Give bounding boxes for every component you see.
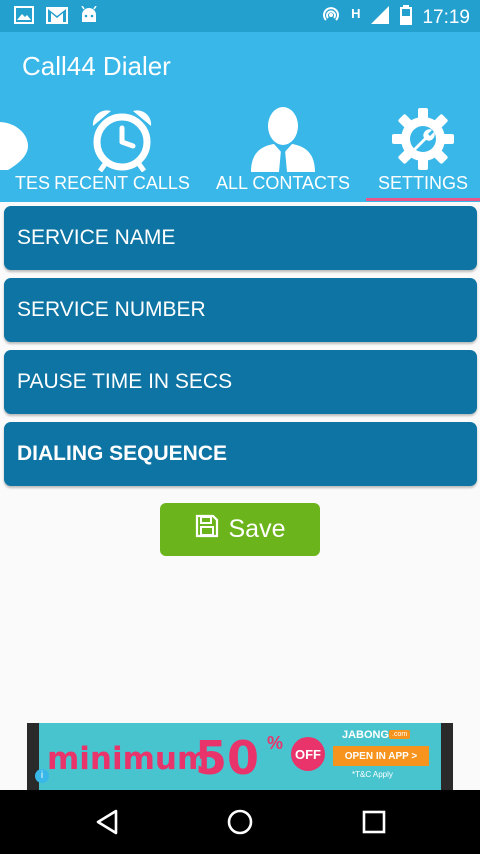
alarm-clock-icon — [87, 106, 157, 177]
settings-wrench-icon — [390, 106, 456, 177]
ad-info-icon[interactable]: i — [35, 769, 49, 783]
tab-all-contacts[interactable]: ALL CONTACTS — [212, 102, 354, 200]
app-title: Call44 Dialer — [22, 51, 171, 81]
tab-settings[interactable]: SETTINGS — [366, 102, 480, 200]
signal-icon — [370, 5, 390, 30]
save-button[interactable]: Save — [160, 503, 320, 556]
tab-recent-calls-label: RECENT CALLS — [54, 173, 190, 193]
recents-icon[interactable] — [358, 806, 390, 838]
save-button-label: Save — [228, 515, 286, 543]
setting-service-name[interactable]: SERVICE NAME — [4, 206, 477, 270]
ad-right-edge — [441, 723, 453, 791]
android-icon — [80, 5, 98, 29]
setting-service-number[interactable]: SERVICE NUMBER — [4, 278, 477, 342]
tab-recent-calls[interactable]: RECENT CALLS — [50, 102, 194, 200]
network-type-label: H — [351, 6, 361, 21]
favorite-icon — [0, 112, 28, 177]
tab-favorites-label: TES — [14, 173, 50, 193]
gmail-icon — [46, 6, 68, 29]
floppy-disk-icon — [195, 514, 219, 545]
setting-dialing-sequence[interactable]: DIALING SEQUENCE — [4, 422, 477, 486]
setting-pause-time[interactable]: PAUSE TIME IN SECS — [4, 350, 477, 414]
ad-open-in-app-button[interactable]: OPEN IN APP > — [333, 746, 429, 766]
tab-selected-indicator — [366, 198, 480, 201]
app-header: Call44 Dialer TES RECENT CALLS ALL CONTA… — [0, 32, 480, 202]
navigation-bar — [0, 790, 480, 854]
tab-all-contacts-label: ALL CONTACTS — [215, 173, 351, 193]
ad-percent-value: 50 — [195, 731, 260, 785]
ad-off-badge: OFF — [291, 737, 325, 771]
status-bar: H 17:19 — [0, 0, 480, 32]
ad-banner[interactable]: minimum 50 % OFF JABONG .com OPEN IN APP… — [27, 723, 453, 791]
image-icon — [14, 6, 34, 29]
back-icon[interactable] — [92, 806, 124, 838]
ad-brand-suffix: .com — [389, 730, 411, 739]
ad-brand: JABONG — [342, 729, 390, 741]
tab-settings-label: SETTINGS — [377, 173, 468, 193]
home-icon[interactable] — [224, 806, 256, 838]
ad-headline: minimum — [47, 741, 210, 777]
tab-favorites[interactable]: TES — [0, 102, 50, 200]
ad-percent-sign: % — [267, 733, 284, 753]
person-icon — [248, 106, 318, 177]
battery-icon — [400, 5, 413, 30]
clock: 17:19 — [422, 6, 470, 28]
hotspot-icon — [321, 5, 341, 30]
ad-terms: *T&C Apply — [352, 770, 393, 779]
